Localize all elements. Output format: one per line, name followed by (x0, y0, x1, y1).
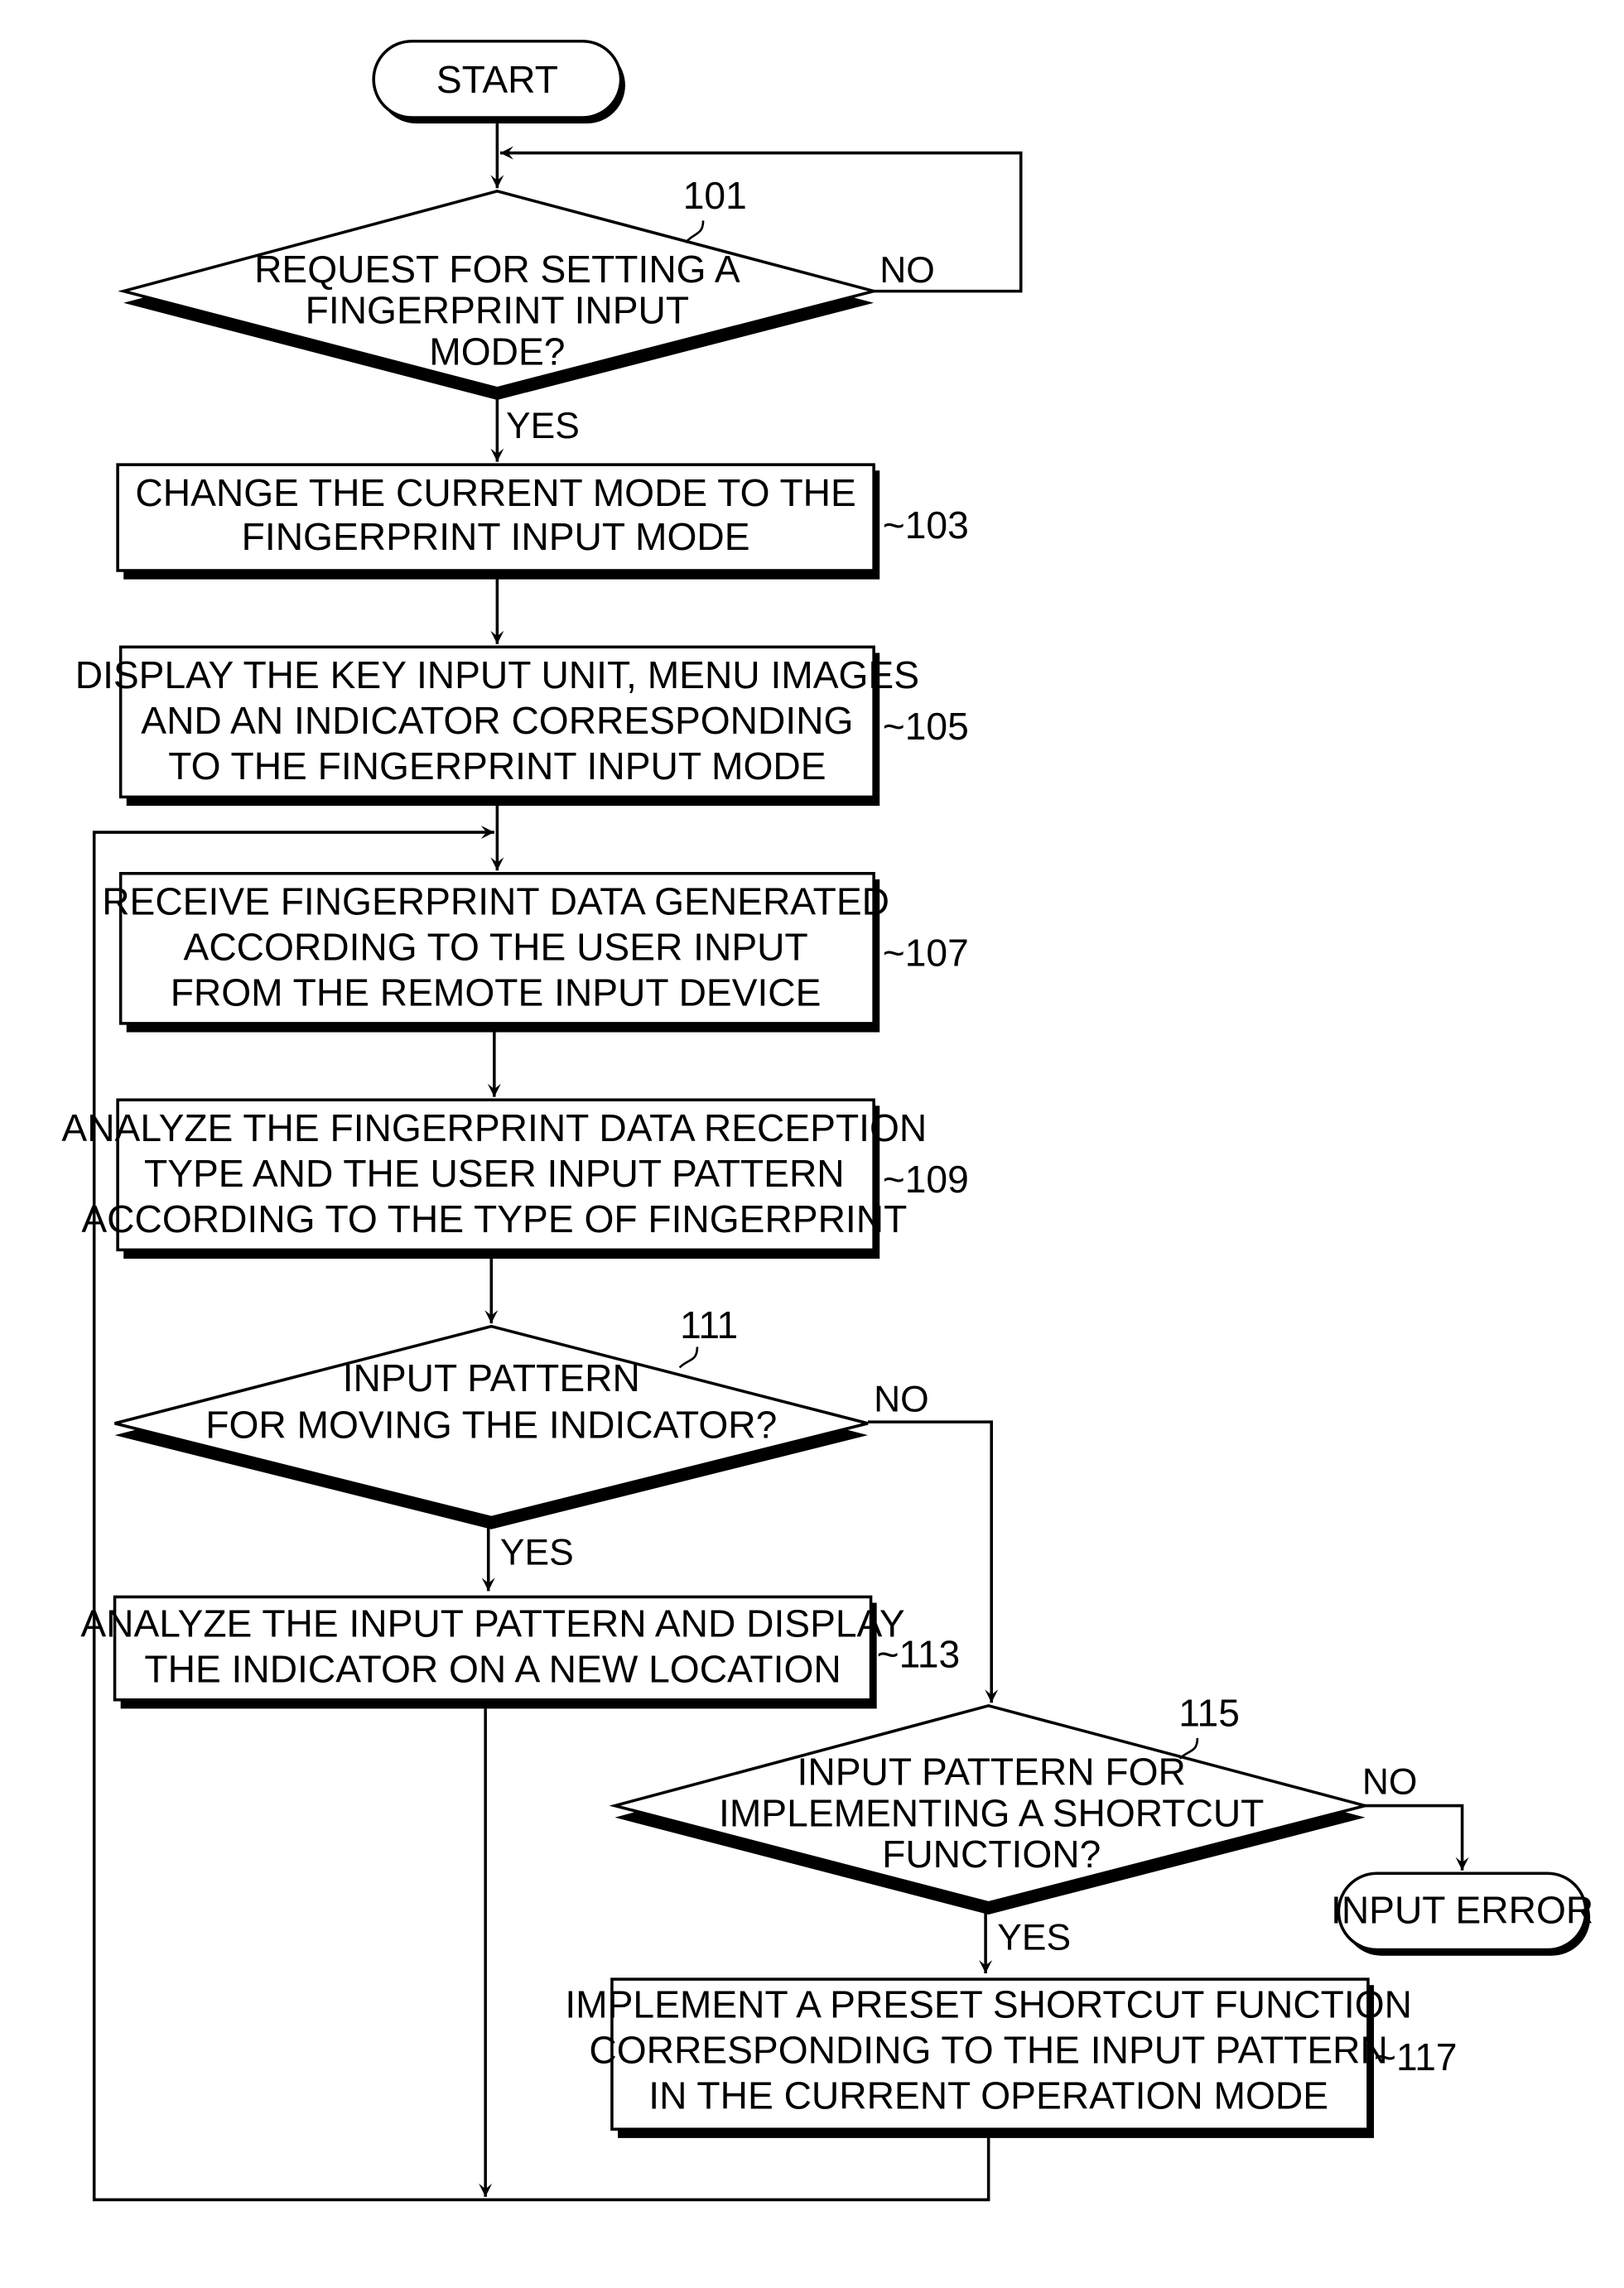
edge-label-101-no: NO (879, 250, 935, 291)
ref-tilde: ~ (883, 932, 905, 975)
process-117: IMPLEMENT A PRESET SHORTCUT FUNCTION COR… (565, 1977, 1458, 2138)
ref-tilde: ~ (877, 1633, 899, 1676)
process-113-line-1: ANALYZE THE INPUT PATTERN AND DISPLAY (80, 1602, 904, 1645)
ref-117: ~117 (1374, 2035, 1458, 2078)
ref-leader-115 (1178, 1737, 1199, 1760)
decision-115: INPUT PATTERN FOR IMPLEMENTING A SHORTCU… (609, 1692, 1418, 1958)
process-105: DISPLAY THE KEY INPUT UNIT, MENU IMAGES … (75, 645, 969, 807)
decision-101-line-1: REQUEST FOR SETTING A (254, 248, 740, 291)
process-107: RECEIVE FINGERPRINT DATA GENERATED ACCOR… (102, 871, 969, 1033)
process-105-line-2: AND AN INDICATOR CORRESPONDING (141, 699, 853, 742)
decision-111-line-1: INPUT PATTERN (343, 1356, 640, 1399)
start-terminal: START (372, 39, 625, 124)
process-107-line-3: FROM THE REMOTE INPUT DEVICE (171, 971, 822, 1014)
process-105-line-1: DISPLAY THE KEY INPUT UNIT, MENU IMAGES (75, 653, 919, 696)
ref-101: 101 (683, 174, 747, 217)
process-107-line-1: RECEIVE FINGERPRINT DATA GENERATED (102, 879, 889, 922)
process-117-line-1: IMPLEMENT A PRESET SHORTCUT FUNCTION (565, 1982, 1412, 2025)
ref-number: 105 (905, 705, 969, 748)
ref-103: ~103 (883, 503, 969, 547)
edge-label-115-no: NO (1362, 1761, 1418, 1802)
ref-number: 113 (899, 1633, 961, 1676)
decision-111: INPUT PATTERN FOR MOVING THE INDICATOR? … (114, 1303, 929, 1573)
decision-115-line-3: FUNCTION? (882, 1833, 1101, 1876)
ref-tilde: ~ (883, 503, 905, 547)
decision-101-line-3: MODE? (429, 330, 565, 373)
connector-115-no-error (1365, 1804, 1469, 1871)
ref-113: ~113 (877, 1633, 961, 1676)
process-105-line-3: TO THE FINGERPRINT INPUT MODE (168, 744, 826, 788)
ref-105: ~105 (883, 705, 969, 748)
ref-115: 115 (1178, 1692, 1240, 1735)
process-117-line-3: IN THE CURRENT OPERATION MODE (648, 2074, 1328, 2117)
process-103-line-1: CHANGE THE CURRENT MODE TO THE (135, 471, 855, 514)
process-107-line-2: ACCORDING TO THE USER INPUT (184, 926, 808, 969)
start-label: START (436, 58, 558, 101)
edge-label-101-yes: YES (506, 406, 580, 446)
ref-number: 117 (1396, 2035, 1458, 2078)
process-109-line-3: ACCORDING TO THE TYPE OF FINGERPRINT (81, 1197, 907, 1240)
ref-leader-111 (678, 1346, 699, 1369)
ref-number: 109 (905, 1158, 969, 1201)
process-109-line-1: ANALYZE THE FINGERPRINT DATA RECEPTION (61, 1106, 927, 1149)
ref-tilde: ~ (1374, 2035, 1396, 2078)
ref-number: 103 (905, 503, 969, 547)
process-109-line-2: TYPE AND THE USER INPUT PATTERN (144, 1152, 845, 1195)
edge-label-115-yes: YES (997, 1918, 1071, 1958)
process-103: CHANGE THE CURRENT MODE TO THE FINGERPRI… (116, 463, 969, 580)
flowchart: START REQUEST FOR SETTING A FINGERPRINT … (61, 39, 1593, 2202)
process-113-line-2: THE INDICATOR ON A NEW LOCATION (144, 1647, 841, 1690)
process-117-line-2: CORRESPONDING TO THE INPUT PATTERN (589, 2028, 1387, 2071)
edge-label-111-no: NO (874, 1380, 929, 1420)
process-103-line-2: FINGERPRINT INPUT MODE (242, 515, 750, 558)
edge-label-111-yes: YES (500, 1532, 574, 1573)
decision-101-line-2: FINGERPRINT INPUT (306, 289, 689, 332)
decision-115-line-2: IMPLEMENTING A SHORTCUT (719, 1791, 1264, 1834)
ref-number: 107 (905, 932, 969, 975)
process-113: ANALYZE THE INPUT PATTERN AND DISPLAY TH… (80, 1595, 961, 1709)
process-109: ANALYZE THE FINGERPRINT DATA RECEPTION T… (61, 1098, 969, 1260)
ref-tilde: ~ (883, 1158, 905, 1201)
ref-leader-101 (684, 220, 705, 243)
ref-107: ~107 (883, 932, 969, 975)
input-error-terminal: INPUT ERROR (1331, 1871, 1593, 1956)
decision-101: REQUEST FOR SETTING A FINGERPRINT INPUT … (118, 174, 935, 446)
ref-111: 111 (680, 1303, 738, 1346)
decision-111-line-2: FOR MOVING THE INDICATOR? (205, 1404, 777, 1447)
ref-109: ~109 (883, 1158, 969, 1201)
input-error-label: INPUT ERROR (1331, 1889, 1593, 1932)
ref-tilde: ~ (883, 705, 905, 748)
decision-115-line-1: INPUT PATTERN FOR (798, 1751, 1186, 1794)
